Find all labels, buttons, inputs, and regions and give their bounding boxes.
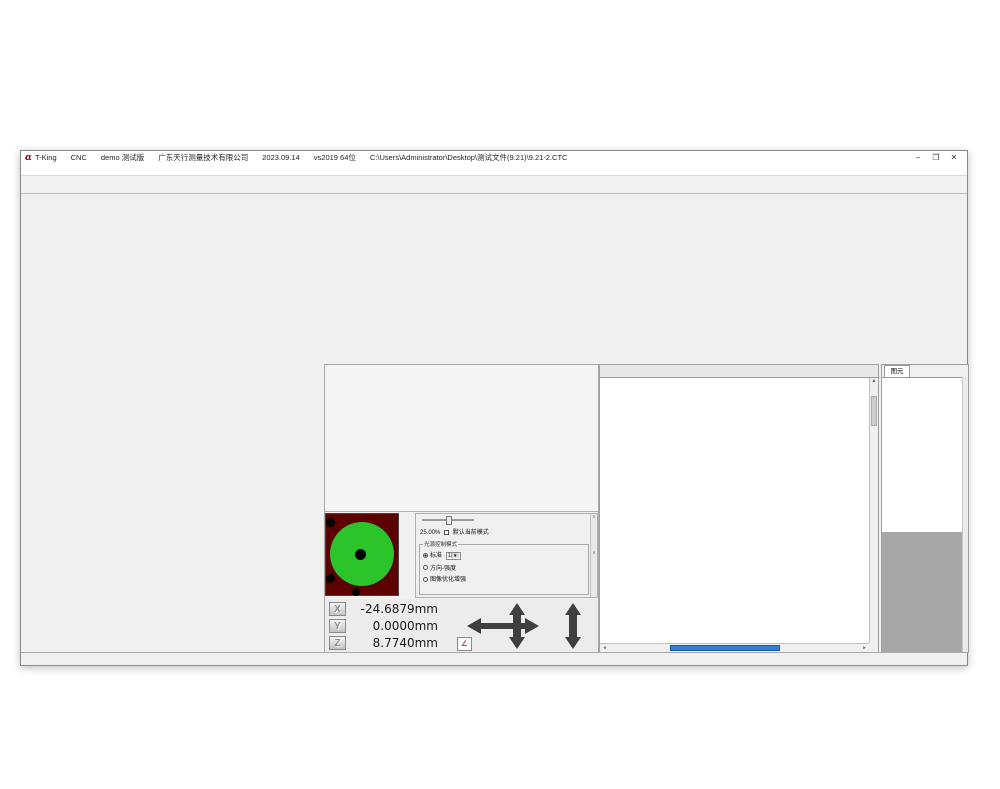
light-mode-group-title: 光源控制模式 [423,540,458,548]
radio-dot-icon [423,565,428,570]
close-button[interactable]: ✕ [945,153,963,162]
build-label: vs2019 64位 [314,152,356,163]
status-bar [21,652,967,665]
app-window: α T-King CNC demo 测试版 广东天行测量技术有限公司 2023.… [20,150,968,666]
app-name: T-King [35,153,57,162]
master-light-slider[interactable] [422,519,474,521]
x-axis-icon: X [329,602,346,616]
light-control-panel: 25.00% 默认当前模式 光源控制模式 标准 1▼ 方向-强度 图像优化增强 [325,513,598,598]
table-vertical-scrollbar[interactable]: ▲ [869,378,878,643]
file-path: C:\Users\Administrator\Desktop\测试文件(9.21… [370,152,568,163]
level-select[interactable]: 1▼ [446,552,461,560]
hscroll-thumb[interactable] [670,645,780,651]
coordinate-readout: X -24.6879mm Y 0.0000mm Z 8.7740mm ∠ [325,599,598,652]
jog-arrows[interactable] [465,601,595,651]
radio-dot-icon [423,577,428,582]
light-options: 25.00% 默认当前模式 光源控制模式 标准 1▼ 方向-强度 图像优化增强 [415,513,598,598]
y-value: 0.0000mm [346,619,438,633]
date-label: 2023.09.14 [262,153,300,162]
elements-panel-footer [882,532,962,652]
options-scrollbar[interactable]: ∧∨ [590,514,597,597]
radio-image-enhance[interactable]: 图像优化增强 [423,574,586,583]
measurement-table [600,378,869,643]
light-mode-buttons [399,513,415,598]
light-mode-group: 光源控制模式 标准 1▼ 方向-强度 图像优化增强 [419,540,589,595]
lower-area: 25.00% 默认当前模式 光源控制模式 标准 1▼ 方向-强度 图像优化增强 [21,364,969,653]
middle-panel: 25.00% 默认当前模式 光源控制模式 标准 1▼ 方向-强度 图像优化增强 [324,364,599,653]
menu-bar [21,164,967,176]
elements-scrollbar[interactable] [962,377,968,652]
vscroll-thumb[interactable] [871,396,877,426]
table-horizontal-scrollbar[interactable]: ◂ ▸ [600,643,869,652]
jog-xy-down-arrow [509,629,525,649]
radio-dot-icon [423,553,428,558]
results-panel: ▲ ◂ ▸ [599,364,879,653]
ring-light-center-icon [355,549,366,560]
default-mode-label: 默认当前模式 [453,530,489,536]
app-logo-icon: α [25,153,32,163]
ring-light-preview[interactable] [325,513,399,596]
jog-z-down-arrow [565,630,581,649]
ring-corner-dot-icon [352,588,360,596]
ring-corner-dot-icon [326,574,335,583]
user-label: demo 测试版 [101,152,144,163]
maximize-button[interactable]: ❐ [927,153,945,162]
radio-direction[interactable]: 方向-强度 [423,563,586,572]
title-bar: α T-King CNC demo 测试版 广东天行测量技术有限公司 2023.… [21,151,967,164]
master-slider-thumb[interactable] [446,516,452,525]
master-light-value: 25.00% [420,530,440,536]
select-arrow-icon: ▼ [451,553,458,558]
y-axis-icon: Y [329,619,346,633]
default-mode-checkbox[interactable] [444,530,449,535]
toolbar [21,176,967,194]
ring-corner-dot-icon [326,518,335,527]
tab-elements[interactable]: 图元 [884,365,910,377]
z-value: 8.7740mm [346,636,438,650]
company-label: 广东天行测量技术有限公司 [158,152,248,163]
app-mode: CNC [71,153,87,162]
hscroll-left-arrow[interactable]: ◂ [600,644,609,652]
jog-xy-horizontal-arrow [467,618,539,634]
z-axis-icon: Z [329,636,346,650]
minimize-button[interactable]: – [909,153,927,162]
measure-toolbox [325,365,598,512]
results-tabs [600,365,878,378]
jog-xy-up-arrow [509,603,525,623]
radio-standard[interactable]: 标准 1▼ [423,550,586,560]
elements-panel: 图元 [881,364,969,653]
x-value: -24.6879mm [346,602,438,616]
jog-z-up-arrow [565,603,581,622]
hscroll-right-arrow[interactable]: ▸ [860,644,869,652]
